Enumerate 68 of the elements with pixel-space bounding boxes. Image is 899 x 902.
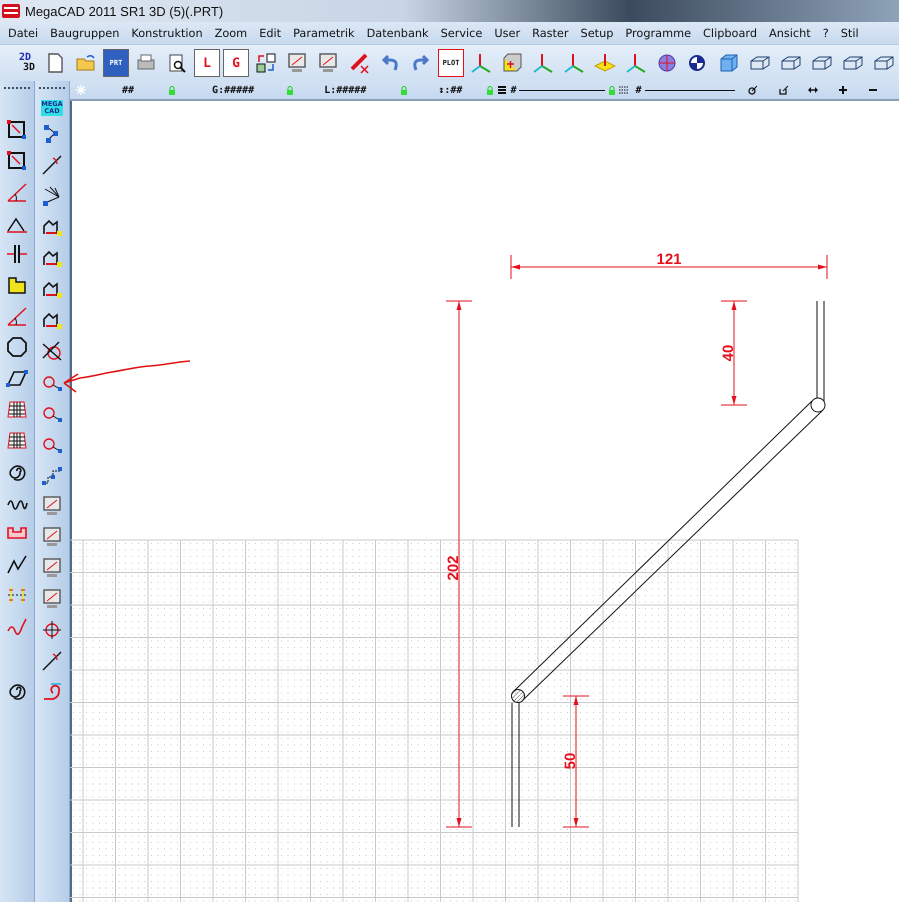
target-icon[interactable] [41,619,63,641]
eraser-icon[interactable] [348,52,370,74]
plane-icon[interactable] [594,52,616,74]
zigzag-icon[interactable] [6,553,28,575]
monitor-icon[interactable] [317,52,339,74]
line-icon[interactable] [41,650,63,672]
menu-item[interactable]: Konstruktion [125,26,209,40]
axes-icon[interactable] [625,52,647,74]
dimension-value: 202 [444,555,462,581]
rectangle-icon[interactable] [6,150,28,172]
group-button[interactable]: G [223,49,249,77]
menu-item[interactable]: Clipboard [697,26,764,40]
monitor-icon[interactable] [41,495,63,517]
drawing-canvas[interactable]: 121 40 202 50 [70,101,899,902]
grid-value: ## [122,84,134,96]
line-style-icon[interactable] [619,85,630,95]
menu-item[interactable]: Edit [253,26,288,40]
box-plus-icon[interactable] [501,52,523,74]
angle-icon[interactable] [6,305,28,327]
snap-point-icon[interactable] [746,85,757,95]
globe-icon[interactable] [656,52,678,74]
cross-points-icon[interactable] [6,584,28,606]
circle-lines-icon[interactable] [41,340,63,362]
monitor-icon[interactable] [41,588,63,610]
cube-icon[interactable] [718,52,740,74]
axes-icon[interactable] [470,52,492,74]
dimension-value: 50 [562,752,579,770]
menu-item[interactable]: Ansicht [763,26,817,40]
line-width-icon[interactable] [497,85,508,95]
menu-item[interactable]: Baugruppen [44,26,126,40]
monitor-icon[interactable] [286,52,308,74]
monitor-icon[interactable] [41,557,63,579]
menu-item[interactable]: Programme [619,26,698,40]
parallelogram-icon[interactable] [6,367,28,389]
pen-value: ↕:## [438,84,462,96]
stairs-icon[interactable] [41,464,63,486]
parallel-lines-icon[interactable] [6,243,28,265]
mode-2d-3d-button[interactable]: 2D 3D [12,49,38,77]
menu-item[interactable]: User [488,26,526,40]
octagon-icon[interactable] [6,336,28,358]
menu-item[interactable]: Datenbank [360,26,435,40]
line-style-value: # [635,84,642,96]
line-icon[interactable] [41,154,63,176]
menu-item[interactable]: ? [816,26,835,40]
group-value: G:##### [212,84,254,96]
dimension-value: 121 [656,251,682,268]
menu-item[interactable]: Raster [526,26,575,40]
menu-item[interactable]: Setup [574,26,620,40]
app-logo-icon [2,4,20,18]
layer-button[interactable]: L [194,49,220,77]
menu-item[interactable]: Stil [834,26,865,40]
axes-icon[interactable] [532,52,554,74]
menu-item[interactable]: Service [434,26,488,40]
window-title: MegaCAD 2011 SR1 3D (5)(.PRT) [25,4,224,18]
rectangle-icon[interactable] [6,119,28,141]
menu-item[interactable]: Zoom [208,26,254,40]
angle-icon[interactable] [6,181,28,203]
layer-value: L:##### [324,84,366,96]
monitor-icon[interactable] [41,526,63,548]
hook-icon[interactable] [41,681,63,703]
menu-item[interactable]: Datei [2,26,44,40]
zoom-in-icon[interactable] [838,85,848,95]
swap-icon[interactable] [255,52,277,74]
line-width-value: # [510,84,516,96]
axes-icon[interactable] [563,52,585,74]
menu-item[interactable]: Parametrik [287,26,361,40]
dimension-value: 40 [720,344,737,362]
pan-arrows-icon[interactable] [808,85,818,95]
